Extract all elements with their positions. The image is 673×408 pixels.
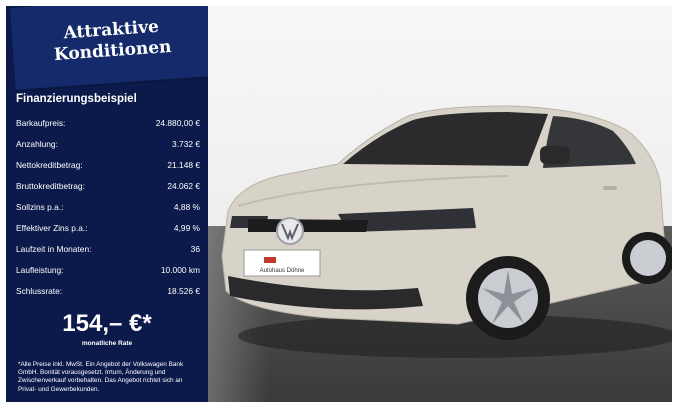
finance-rows: Barkaufpreis: 24.880,00 € Anzahlung: 3.732… <box>16 112 200 301</box>
finance-row-label: Bruttokreditbetrag: <box>16 180 85 191</box>
finance-row: Sollzins p.a.: 4,88 % <box>16 196 200 217</box>
finance-row-label: Schlussrate: <box>16 285 63 296</box>
side-mirror <box>540 146 570 164</box>
finance-row: Laufzeit in Monaten: 36 <box>16 238 200 259</box>
legal-disclaimer: *Alle Preise inkl. MwSt. Ein Angebot der… <box>18 361 184 393</box>
monthly-price: 154,– €* <box>62 310 152 337</box>
finance-row-value: 36 <box>190 243 200 254</box>
finance-row-label: Nettokreditbetrag: <box>16 159 83 170</box>
finance-row-label: Barkaufpreis: <box>16 117 66 128</box>
finance-title: Finanzierungsbeispiel <box>16 93 137 105</box>
finance-row-value: 4,88 % <box>173 201 200 212</box>
monthly-price-label: monatliche Rate <box>81 340 133 347</box>
finance-row: Schlussrate: 18.526 € <box>16 280 200 301</box>
finance-row-value: 18.526 € <box>167 285 200 296</box>
finance-row-value: 10.000 km <box>160 264 200 275</box>
finance-row-value: 3.732 € <box>172 138 200 149</box>
door-handle <box>603 186 617 190</box>
finance-row-value: 24.880,00 € <box>155 117 200 128</box>
finance-row-label: Sollzins p.a.: <box>16 201 64 212</box>
finance-row: Laufleistung: 10.000 km <box>16 259 200 280</box>
upper-grille <box>248 219 368 232</box>
finance-row: Effektiver Zins p.a.: 4,99 % <box>16 217 200 238</box>
rear-wheel-rim-icon <box>630 240 666 276</box>
plate-text: Autohaus Döhne <box>260 268 305 274</box>
plate-logo-icon <box>264 257 276 263</box>
finance-row-label: Laufleistung: <box>16 264 64 275</box>
vehicle-photo: Autohaus Döhne <box>208 6 672 402</box>
finance-row-value: 24.062 € <box>167 180 200 191</box>
finance-row: Nettokreditbetrag: 21.148 € <box>16 154 200 175</box>
finance-row: Bruttokreditbetrag: 24.062 € <box>16 175 200 196</box>
finance-row-label: Laufzeit in Monaten: <box>16 243 92 254</box>
finance-row-value: 4,99 % <box>173 222 200 233</box>
finance-row: Barkaufpreis: 24.880,00 € <box>16 112 200 133</box>
car-illustration: Autohaus Döhne <box>221 105 672 358</box>
finance-row: Anzahlung: 3.732 € <box>16 133 200 154</box>
finance-row-label: Anzahlung: <box>16 138 58 149</box>
financing-panel: Attraktive Konditionen Finanzierungsbeis… <box>6 6 208 402</box>
finance-row-value: 21.148 € <box>167 159 200 170</box>
finance-row-label: Effektiver Zins p.a.: <box>16 222 88 233</box>
